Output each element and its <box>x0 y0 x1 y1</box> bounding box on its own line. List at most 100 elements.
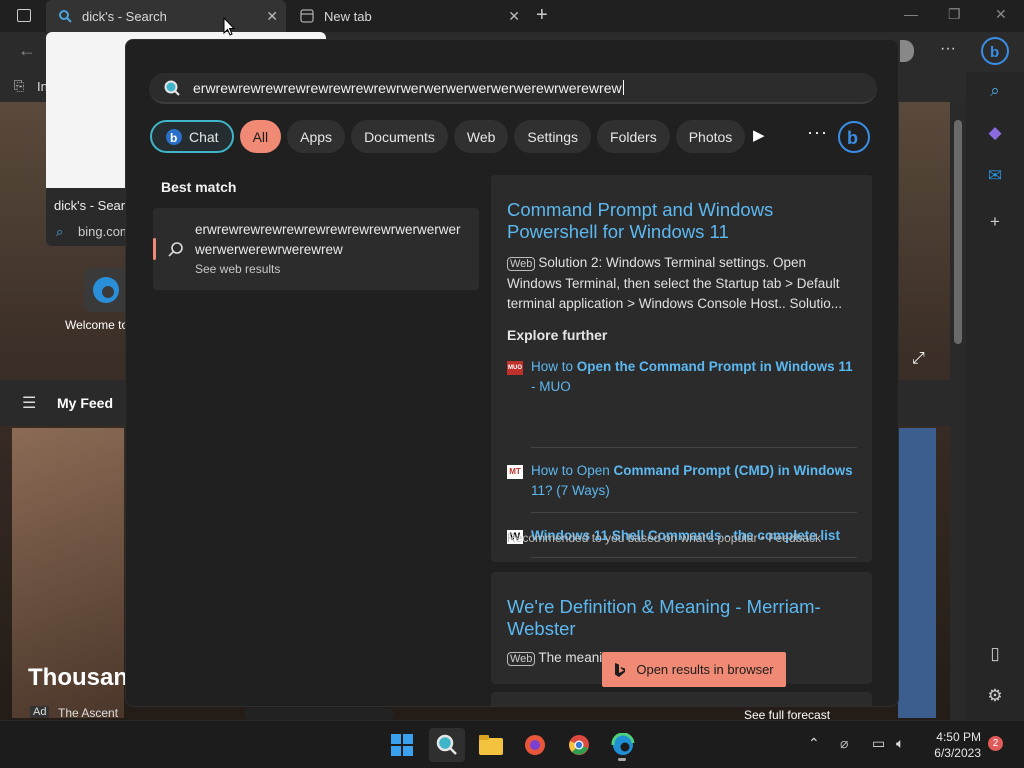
windows-search-panel: erwrewrewrewrewrewrewrewrewrwerwerwerwer… <box>125 39 899 707</box>
web-result-card-3 <box>491 692 872 706</box>
running-indicator <box>618 758 626 761</box>
taskbar <box>0 720 1024 768</box>
start-button[interactable] <box>384 728 420 762</box>
muo-logo-icon: MUO <box>507 361 523 375</box>
new-tab-favicon-icon <box>300 9 314 23</box>
tab-actions-icon[interactable] <box>17 9 31 22</box>
chrome-button[interactable] <box>561 728 597 762</box>
volume-icon[interactable]: 🔈︎ <box>896 735 904 752</box>
carousel-dots[interactable] <box>244 708 394 720</box>
open-results-in-browser-button[interactable]: Open results in browser <box>602 652 786 687</box>
close-tab-icon[interactable]: ✕ <box>266 8 278 25</box>
filter-documents[interactable]: Documents <box>351 120 448 153</box>
firefox-button[interactable] <box>517 728 553 762</box>
best-match-title: erwrewrewrewrewrewrewrewrewrwerwerwerwer… <box>195 222 461 257</box>
chrome-icon <box>569 735 589 755</box>
filter-photos[interactable]: Photos <box>675 120 746 153</box>
network-icon[interactable]: ▭ <box>872 735 885 752</box>
best-match-subtitle: See web results <box>195 262 281 276</box>
bing-logo-icon <box>615 662 626 677</box>
edge-icon <box>93 277 119 303</box>
result-snippet: Web The meani <box>507 650 602 666</box>
firefox-icon <box>525 735 545 755</box>
divider <box>531 557 857 558</box>
close-tab-icon[interactable]: ✕ <box>508 8 520 25</box>
best-match-heading: Best match <box>161 179 237 195</box>
file-explorer-icon <box>479 735 503 755</box>
explore-link[interactable]: How to Open the Command Prompt in Window… <box>531 357 857 397</box>
open-results-label: Open results in browser <box>636 662 774 677</box>
ad-source: The Ascent <box>58 706 119 720</box>
magnifier-icon <box>168 242 183 257</box>
feed-headline[interactable]: Thousan <box>28 664 128 692</box>
sidebar-add-icon[interactable]: + <box>984 211 1006 233</box>
divider <box>531 447 857 448</box>
filter-settings[interactable]: Settings <box>514 120 592 153</box>
more-options-icon[interactable]: ··· <box>807 122 828 143</box>
search-filters: b Chat All Apps Documents Web Settings F… <box>150 120 746 153</box>
selection-accent <box>153 238 156 260</box>
explore-link[interactable]: How to Open Command Prompt (CMD) in Wind… <box>531 461 857 501</box>
web-tag: Web <box>507 652 536 666</box>
search-query: erwrewrewrewrewrewrewrewrewrwerwerwerwer… <box>193 80 624 96</box>
filter-apps[interactable]: Apps <box>287 120 346 153</box>
bing-copilot-icon[interactable]: b <box>980 36 1010 66</box>
no-wifi-icon[interactable]: ⌀ <box>840 735 848 752</box>
explore-further-heading: Explore further <box>507 327 608 343</box>
filter-folders[interactable]: Folders <box>597 120 670 153</box>
search-icon <box>436 734 457 755</box>
menu-icon[interactable]: ☰ <box>22 393 36 413</box>
sidebar-copilot-icon[interactable]: ◆ <box>984 122 1006 144</box>
mouse-cursor-icon <box>223 17 235 36</box>
search-input[interactable]: erwrewrewrewrewrewrewrewrewrwerwerwerwer… <box>149 73 877 104</box>
bing-icon[interactable]: b <box>837 120 871 154</box>
restore-icon[interactable]: ❐ <box>948 6 961 23</box>
sidebar-settings-icon[interactable]: ⚙ <box>984 685 1006 707</box>
clock[interactable]: 4:50 PM 6/3/2023 <box>925 729 981 761</box>
file-explorer-button[interactable] <box>473 728 509 762</box>
text-caret <box>622 80 624 95</box>
page-scrollbar[interactable] <box>950 102 966 720</box>
tab-new-tab[interactable]: New tab ✕ <box>288 0 528 32</box>
filter-web[interactable]: Web <box>453 120 509 153</box>
chat-filter-button[interactable]: b Chat <box>150 120 234 153</box>
settings-more-icon[interactable]: ··· <box>940 40 956 58</box>
more-filters-arrow-icon[interactable]: ▶ <box>753 126 765 144</box>
best-match-item[interactable]: erwrewrewrewrewrewrewrewrewrwerwerwerwer… <box>153 208 479 290</box>
import-favorites-icon[interactable]: ⎘ <box>14 78 24 94</box>
new-tab-button[interactable]: + <box>536 4 548 27</box>
svg-text:b: b <box>847 128 858 148</box>
shortcut-label: Welcome to <box>65 318 129 332</box>
tab-dicks-search[interactable]: dick's - Search ✕ <box>46 0 286 32</box>
search-icon <box>164 80 180 96</box>
result-title-link[interactable]: Command Prompt and Windows Powershell fo… <box>507 199 867 243</box>
sidebar-search-icon[interactable]: ⌕ <box>984 80 1006 102</box>
edge-button[interactable] <box>605 728 641 762</box>
notification-badge[interactable]: 2 <box>988 736 1003 751</box>
result-title-link[interactable]: We're Definition & Meaning - Merriam-Web… <box>507 596 847 640</box>
close-window-icon[interactable]: ✕ <box>995 6 1007 23</box>
filter-all[interactable]: All <box>239 120 282 153</box>
sidebar-outlook-icon[interactable]: ✉ <box>984 165 1006 187</box>
taskbar-search-button[interactable] <box>429 728 465 762</box>
weather-card[interactable] <box>898 428 936 718</box>
ad-badge: Ad <box>30 706 50 718</box>
my-feed-tab[interactable]: My Feed <box>57 395 113 411</box>
bing-chat-icon: b <box>166 128 182 145</box>
back-icon[interactable]: ← <box>18 40 36 61</box>
sidebar-split-icon[interactable]: ▯ <box>984 643 1006 665</box>
recommended-feedback[interactable]: Recommended to you based on what's popul… <box>507 531 821 545</box>
show-hidden-icons-icon[interactable]: ⌃ <box>808 735 820 752</box>
search-favicon-icon <box>59 10 72 23</box>
edge-shortcut[interactable] <box>84 268 128 312</box>
clock-date: 6/3/2023 <box>934 746 981 760</box>
profile-avatar[interactable] <box>900 40 914 62</box>
scroll-thumb[interactable] <box>954 120 962 344</box>
mt-logo-icon: MT <box>507 465 523 479</box>
chat-label: Chat <box>189 128 219 145</box>
minimize-icon[interactable]: — <box>904 6 918 22</box>
expand-icon[interactable]: ⤢ <box>912 350 925 368</box>
result-snippet: Web Solution 2: Windows Terminal settings… <box>507 255 843 311</box>
explore-item[interactable]: MUO How to Open the Command Prompt in Wi… <box>507 357 857 399</box>
explore-item[interactable]: MT How to Open Command Prompt (CMD) in W… <box>507 461 857 503</box>
